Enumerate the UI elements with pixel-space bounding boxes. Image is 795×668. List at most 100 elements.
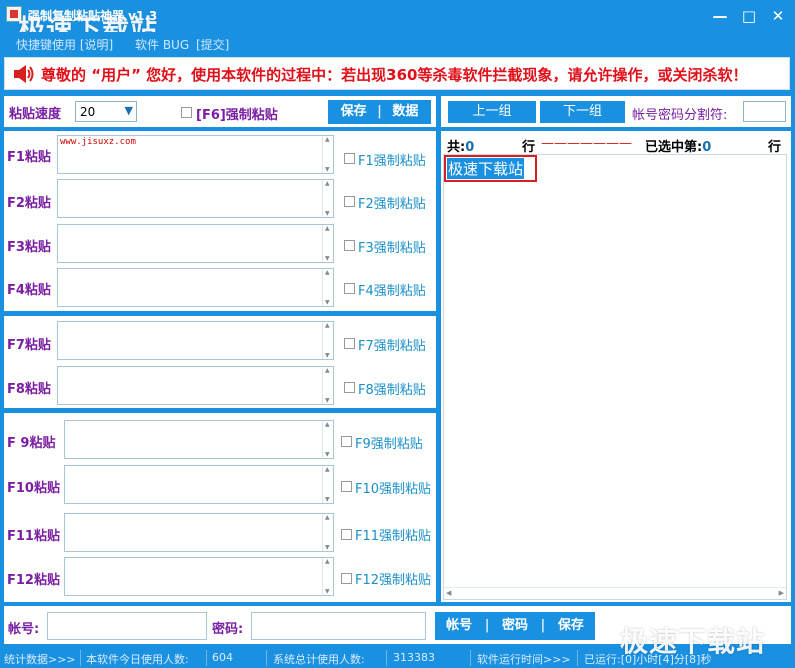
f3-scrollbar[interactable] [322, 225, 333, 262]
save-label: 保存 [340, 104, 367, 119]
f9-force-checkbox[interactable] [341, 436, 352, 447]
f11-scrollbar[interactable] [322, 514, 333, 551]
f10-force-label: F10强制粘贴 [355, 482, 432, 497]
f2-label: F2粘贴 [7, 196, 51, 211]
data-list[interactable]: 极速下载站 ◀ ▶ [443, 154, 787, 600]
f8-textarea[interactable] [57, 366, 334, 405]
f11-textarea[interactable] [64, 513, 334, 552]
f12-scrollbar[interactable] [322, 558, 333, 595]
f4-scrollbar[interactable] [322, 269, 333, 306]
stats-dashes: ——————— [541, 136, 632, 151]
f10-textarea[interactable] [64, 465, 334, 504]
f7-textarea[interactable] [57, 321, 334, 360]
button-separator: | [540, 618, 546, 633]
selected-stats: 已选中第:0 [645, 136, 711, 155]
f1-value: www.jisuxz.com [60, 137, 136, 147]
f1-scrollbar[interactable] [322, 136, 333, 173]
status-divider [577, 650, 578, 666]
status-divider [266, 650, 267, 666]
menu-bug[interactable]: 软件 BUG [135, 36, 189, 53]
f2-force-checkbox[interactable] [344, 196, 355, 207]
f10-scrollbar[interactable] [322, 466, 333, 503]
f8-label: F8粘贴 [7, 382, 51, 397]
password-input[interactable] [251, 612, 426, 640]
maximize-icon[interactable]: □ [735, 4, 763, 28]
status-today-label: 本软件今日使用人数: [86, 653, 189, 666]
f3-force-label: F3强制粘贴 [358, 241, 426, 256]
f11-label: F11粘贴 [7, 529, 60, 544]
speed-select[interactable]: 20 ▼ [75, 101, 137, 122]
scroll-left-icon[interactable]: ◀ [446, 589, 451, 597]
status-divider [80, 650, 81, 666]
f9-scrollbar[interactable] [322, 421, 333, 458]
f4-label: F4粘贴 [7, 283, 51, 298]
f9-textarea[interactable] [64, 420, 334, 459]
f8-scrollbar[interactable] [322, 367, 333, 404]
total-prefix: 共: [447, 140, 466, 155]
f7-force-label: F7强制粘贴 [358, 339, 426, 354]
f1-label: F1粘贴 [7, 150, 51, 165]
force-f6-label: [F6]强制粘贴 [196, 108, 278, 123]
f2-force-label: F2强制粘贴 [358, 197, 426, 212]
f2-textarea[interactable] [57, 179, 334, 218]
data-label: 数据 [392, 104, 419, 119]
button-separator: | [484, 618, 490, 633]
save-data-button[interactable]: 保存 | 数据 [328, 100, 431, 124]
speed-label: 粘贴速度 [9, 107, 62, 122]
f10-force-checkbox[interactable] [341, 481, 352, 492]
f2-scrollbar[interactable] [322, 180, 333, 217]
f4-force-checkbox[interactable] [344, 283, 355, 294]
speed-value: 20 [80, 105, 96, 119]
f1-textarea[interactable]: www.jisuxz.com [57, 135, 334, 174]
total-unit: 行 [522, 140, 536, 155]
list-hscrollbar[interactable]: ◀ ▶ [444, 587, 786, 599]
menu-submit[interactable]: [提交] [196, 36, 229, 53]
total-count: 0 [465, 140, 475, 155]
bottom-actions: 帐号 | 密码 | 保存 [435, 612, 595, 640]
notice-text: 尊敬的 “用户” 您好，使用本软件的过程中：若出现360等杀毒软件拦截现象，请允… [41, 66, 748, 84]
f7-scrollbar[interactable] [322, 322, 333, 359]
prev-group-button[interactable]: 上一组 [448, 101, 536, 123]
force-f6-checkbox[interactable] [181, 107, 192, 118]
status-total-value: 313383 [393, 651, 435, 664]
f3-label: F3粘贴 [7, 240, 51, 255]
f4-textarea[interactable] [57, 268, 334, 307]
f10-label: F10粘贴 [7, 481, 60, 496]
f3-force-checkbox[interactable] [344, 240, 355, 251]
password-button[interactable]: 密码 [502, 618, 528, 633]
f9-label: F 9粘贴 [7, 436, 56, 451]
next-group-button[interactable]: 下一组 [540, 101, 625, 123]
status-divider [386, 650, 387, 666]
account-button[interactable]: 帐号 [446, 618, 472, 633]
f12-force-checkbox[interactable] [341, 573, 352, 584]
password-label: 密码: [212, 622, 244, 637]
f9-force-label: F9强制粘贴 [355, 437, 423, 452]
f12-textarea[interactable] [64, 557, 334, 596]
f8-force-checkbox[interactable] [344, 382, 355, 393]
f1-force-checkbox[interactable] [344, 153, 355, 164]
f7-force-checkbox[interactable] [344, 338, 355, 349]
notice-bar: 尊敬的 “用户” 您好，使用本软件的过程中：若出现360等杀毒软件拦截现象，请允… [4, 57, 790, 90]
status-runtime-label: 软件运行时间>>> [477, 653, 571, 666]
menu-shortcut-help[interactable]: 快捷键使用 [说明] [16, 36, 113, 53]
status-divider [206, 650, 207, 666]
selected-prefix: 已选中第: [645, 140, 703, 155]
f11-force-checkbox[interactable] [341, 529, 352, 540]
scroll-right-icon[interactable]: ▶ [779, 589, 784, 597]
f11-force-label: F11强制粘贴 [355, 529, 432, 544]
separator-label: 帐号密码分割符: [632, 108, 728, 123]
save-account-button[interactable]: 保存 [558, 618, 584, 633]
f12-force-label: F12强制粘贴 [355, 573, 432, 588]
account-input[interactable] [47, 612, 207, 640]
separator-input[interactable] [743, 101, 786, 122]
menu-bar [0, 32, 795, 54]
f3-textarea[interactable] [57, 224, 334, 263]
minimize-icon[interactable]: — [706, 4, 734, 28]
status-today-value: 604 [212, 651, 233, 664]
list-item[interactable]: 极速下载站 [444, 155, 537, 182]
f12-label: F12粘贴 [7, 573, 60, 588]
selected-index: 0 [702, 140, 712, 155]
button-separator: | [377, 104, 382, 119]
close-icon[interactable]: ✕ [764, 4, 792, 28]
f1-force-label: F1强制粘贴 [358, 154, 426, 169]
